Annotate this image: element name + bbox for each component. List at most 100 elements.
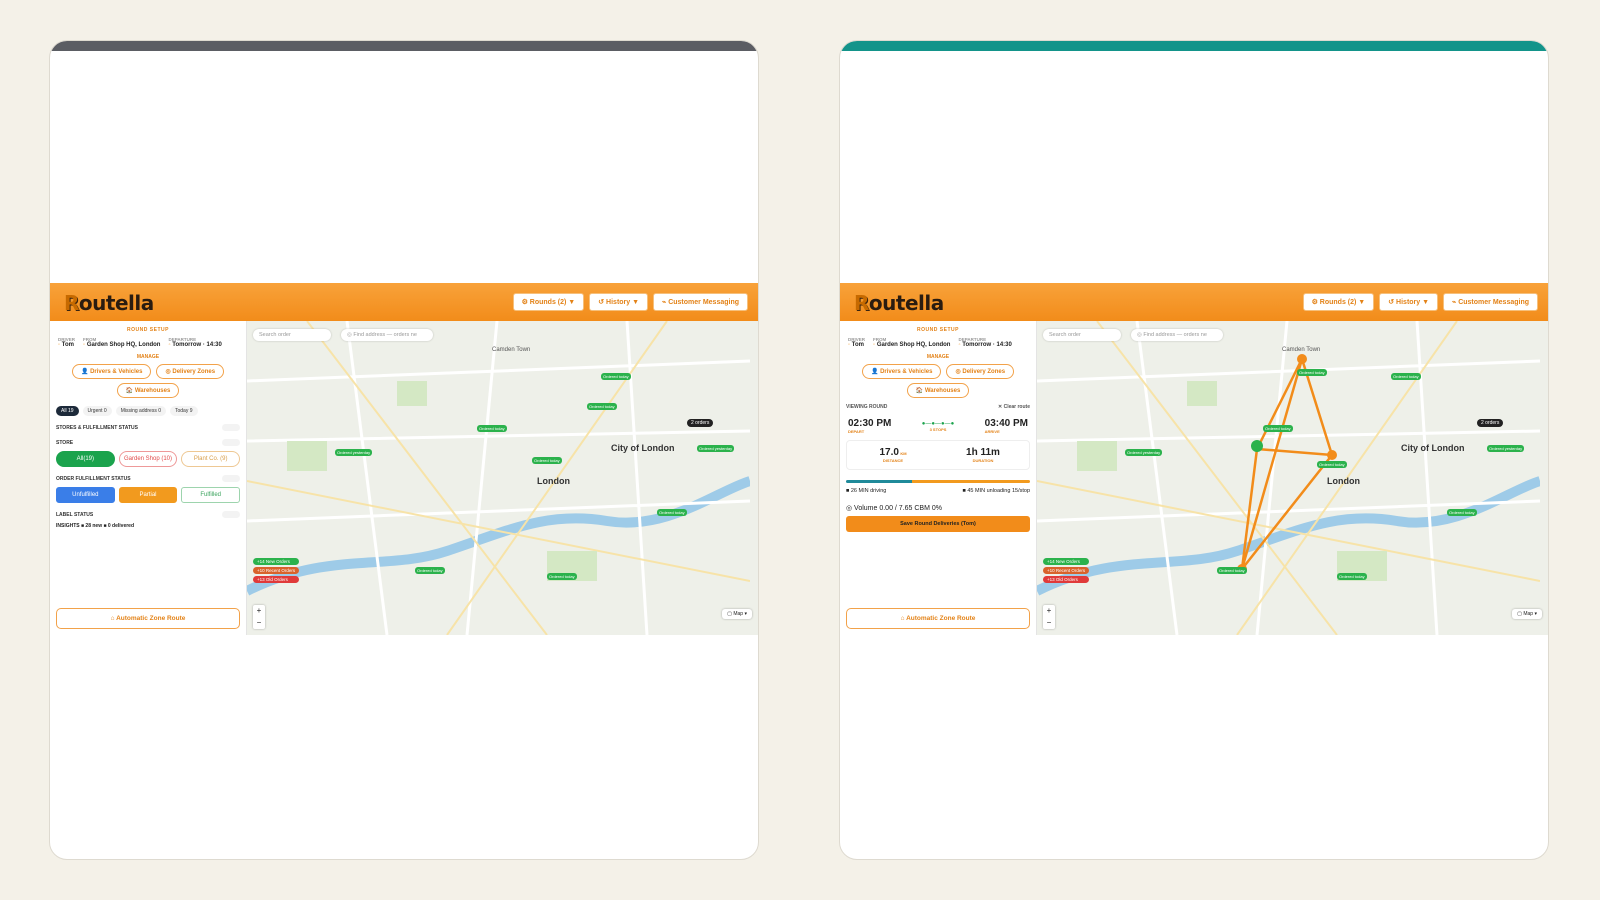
legend-recent[interactable]: +10 Recent Orders xyxy=(1043,567,1090,574)
app-logo[interactable]: Routella xyxy=(854,291,944,315)
from-value[interactable]: Garden Shop HQ, London xyxy=(873,342,951,348)
rounds-button[interactable]: ⚙ Rounds (2) ▼ xyxy=(1302,293,1375,311)
find-address-input[interactable]: ◎ Find address — orders ne xyxy=(341,329,433,341)
legend-new[interactable]: +14 New Orders xyxy=(253,558,300,565)
unfulfilled-button[interactable]: Unfulfilled xyxy=(56,487,115,503)
search-input[interactable]: Search order xyxy=(253,329,331,341)
store-all-button[interactable]: All(19) xyxy=(56,451,115,467)
order-tag[interactable]: Ordered today xyxy=(1297,369,1327,376)
customer-messaging-button[interactable]: ⌁ Customer Messaging xyxy=(1443,293,1538,311)
stores-status-dropdown[interactable] xyxy=(222,424,240,431)
order-tag[interactable]: Ordered today xyxy=(547,573,577,580)
label-status-dropdown[interactable] xyxy=(222,511,240,518)
distance-unit: KM xyxy=(900,451,907,456)
order-tag[interactable]: Ordered today xyxy=(1217,567,1247,574)
customer-messaging-button[interactable]: ⌁ Customer Messaging xyxy=(653,293,748,311)
filter-missing-address[interactable]: Missing address 0 xyxy=(115,406,166,416)
order-tag[interactable]: Ordered today xyxy=(1391,373,1421,380)
order-tag[interactable]: Ordered today xyxy=(1447,509,1477,516)
automatic-zone-route-button[interactable]: ⌂ Automatic Zone Route xyxy=(846,608,1030,629)
card-after: Routella ⚙ Rounds (2) ▼ ↺ History ▼ ⌁ Cu… xyxy=(839,40,1549,860)
partial-button[interactable]: Partial xyxy=(118,487,178,503)
store-plant-button[interactable]: Plant Co. (9) xyxy=(181,451,241,467)
legend-old[interactable]: +13 Old Orders xyxy=(253,576,300,583)
legend-new[interactable]: +14 New Orders xyxy=(1043,558,1090,565)
drivers-vehicles-button[interactable]: 👤 Drivers & Vehicles xyxy=(71,364,152,379)
card-before: Routella ⚙ Rounds (2) ▼ ↺ History ▼ ⌁ Cu… xyxy=(49,40,759,860)
rounds-button[interactable]: ⚙ Rounds (2) ▼ xyxy=(512,293,585,311)
order-tag[interactable]: Ordered today xyxy=(1337,573,1367,580)
stores-status-heading: STORES & FULFILLMENT STATUS xyxy=(56,424,138,431)
order-tag[interactable]: Ordered today xyxy=(657,509,687,516)
orders-cluster[interactable]: 2 orders xyxy=(1477,419,1504,427)
order-tag[interactable]: Ordered today xyxy=(415,567,445,574)
legend-old[interactable]: +13 Old Orders xyxy=(1043,576,1090,583)
drivers-vehicles-button[interactable]: 👤 Drivers & Vehicles xyxy=(861,364,942,379)
legend-recent[interactable]: +10 Recent Orders xyxy=(253,567,300,574)
distance-value: 17.0 xyxy=(879,447,899,458)
fulfilled-button[interactable]: Fulfilled xyxy=(181,487,241,503)
filter-all[interactable]: All 19 xyxy=(56,406,79,416)
filter-urgent[interactable]: Urgent 0 xyxy=(82,406,112,416)
filter-today[interactable]: Today 9 xyxy=(170,406,198,416)
map-type-button[interactable]: ▢ Map ▾ xyxy=(1512,609,1542,619)
driver-value[interactable]: Tom xyxy=(58,342,75,348)
logo-r: R xyxy=(64,291,79,315)
departure-value[interactable]: Tomorrow · 14:30 xyxy=(168,342,222,348)
search-input[interactable]: Search order xyxy=(1043,329,1121,341)
app-screenshot: Routella ⚙ Rounds (2) ▼ ↺ History ▼ ⌁ Cu… xyxy=(840,283,1548,635)
arrive-label: ARRIVE xyxy=(984,429,1000,434)
warehouse-marker[interactable] xyxy=(1251,440,1263,452)
zoom-in-button[interactable]: + xyxy=(1043,605,1055,617)
history-button[interactable]: ↺ History ▼ xyxy=(1379,293,1439,311)
delivery-zones-button[interactable]: ◎ Delivery Zones xyxy=(946,364,1015,379)
distance-label: DISTANCE xyxy=(882,458,904,463)
stop-marker[interactable] xyxy=(1327,450,1337,460)
delivery-zones-button[interactable]: ◎ Delivery Zones xyxy=(156,364,225,379)
find-address-input[interactable]: ◎ Find address — orders ne xyxy=(1131,329,1223,341)
app-header: Routella ⚙ Rounds (2) ▼ ↺ History ▼ ⌁ Cu… xyxy=(840,283,1548,321)
from-value[interactable]: Garden Shop HQ, London xyxy=(83,342,161,348)
label-city: City of London xyxy=(611,443,675,453)
depart-label: DEPART xyxy=(848,429,865,434)
order-tag[interactable]: Ordered today xyxy=(601,373,631,380)
order-status-heading: ORDER FULFILLMENT STATUS xyxy=(56,475,131,482)
save-round-button[interactable]: Save Round Deliveries (Tom) xyxy=(846,516,1030,532)
clear-route-button[interactable]: ✕ Clear route xyxy=(998,404,1030,410)
order-tag[interactable]: Ordered today xyxy=(1263,425,1293,432)
driving-time: ■ 26 MIN driving xyxy=(846,488,887,494)
order-tag[interactable]: Ordered yesterday xyxy=(335,449,373,456)
store-garden-button[interactable]: Garden Shop (10) xyxy=(118,451,178,467)
departure-value[interactable]: Tomorrow · 14:30 xyxy=(958,342,1012,348)
left-panel: ROUND SETUP DRIVERTom FROMGarden Shop HQ… xyxy=(50,321,247,635)
order-tag[interactable]: Ordered today xyxy=(532,457,562,464)
label-london: London xyxy=(537,476,570,486)
store-dropdown[interactable] xyxy=(222,439,240,446)
automatic-zone-route-button[interactable]: ⌂ Automatic Zone Route xyxy=(56,608,240,629)
zoom-in-button[interactable]: + xyxy=(253,605,265,617)
map[interactable]: Search order ◎ Find address — orders ne … xyxy=(1037,321,1548,635)
map-type-button[interactable]: ▢ Map ▾ xyxy=(722,609,752,619)
driver-value[interactable]: Tom xyxy=(848,342,865,348)
viewing-round-label: VIEWING ROUND xyxy=(846,404,888,410)
warehouses-button[interactable]: 🏠 Warehouses xyxy=(116,383,180,398)
warehouses-button[interactable]: 🏠 Warehouses xyxy=(906,383,970,398)
map-roads xyxy=(1037,321,1540,635)
orders-cluster[interactable]: 2 orders xyxy=(687,419,714,427)
order-status-dropdown[interactable] xyxy=(222,475,240,482)
order-tag[interactable]: Ordered yesterday xyxy=(697,445,735,452)
zoom-out-button[interactable]: − xyxy=(253,617,265,629)
duration-label: DURATION xyxy=(972,458,994,463)
stop-marker[interactable] xyxy=(1297,354,1307,364)
zoom-out-button[interactable]: − xyxy=(1043,617,1055,629)
order-tag[interactable]: Ordered today xyxy=(1317,461,1347,468)
card-topbar xyxy=(840,41,1548,51)
map[interactable]: Search order ◎ Find address — orders ne … xyxy=(247,321,758,635)
app-logo[interactable]: Routella xyxy=(64,291,154,315)
history-button[interactable]: ↺ History ▼ xyxy=(589,293,649,311)
arrive-time: 03:40 PM xyxy=(984,418,1028,429)
order-tag[interactable]: Ordered yesterday xyxy=(1125,449,1163,456)
order-tag[interactable]: Ordered yesterday xyxy=(1487,445,1525,452)
order-tag[interactable]: Ordered today xyxy=(587,403,617,410)
order-tag[interactable]: Ordered today xyxy=(477,425,507,432)
